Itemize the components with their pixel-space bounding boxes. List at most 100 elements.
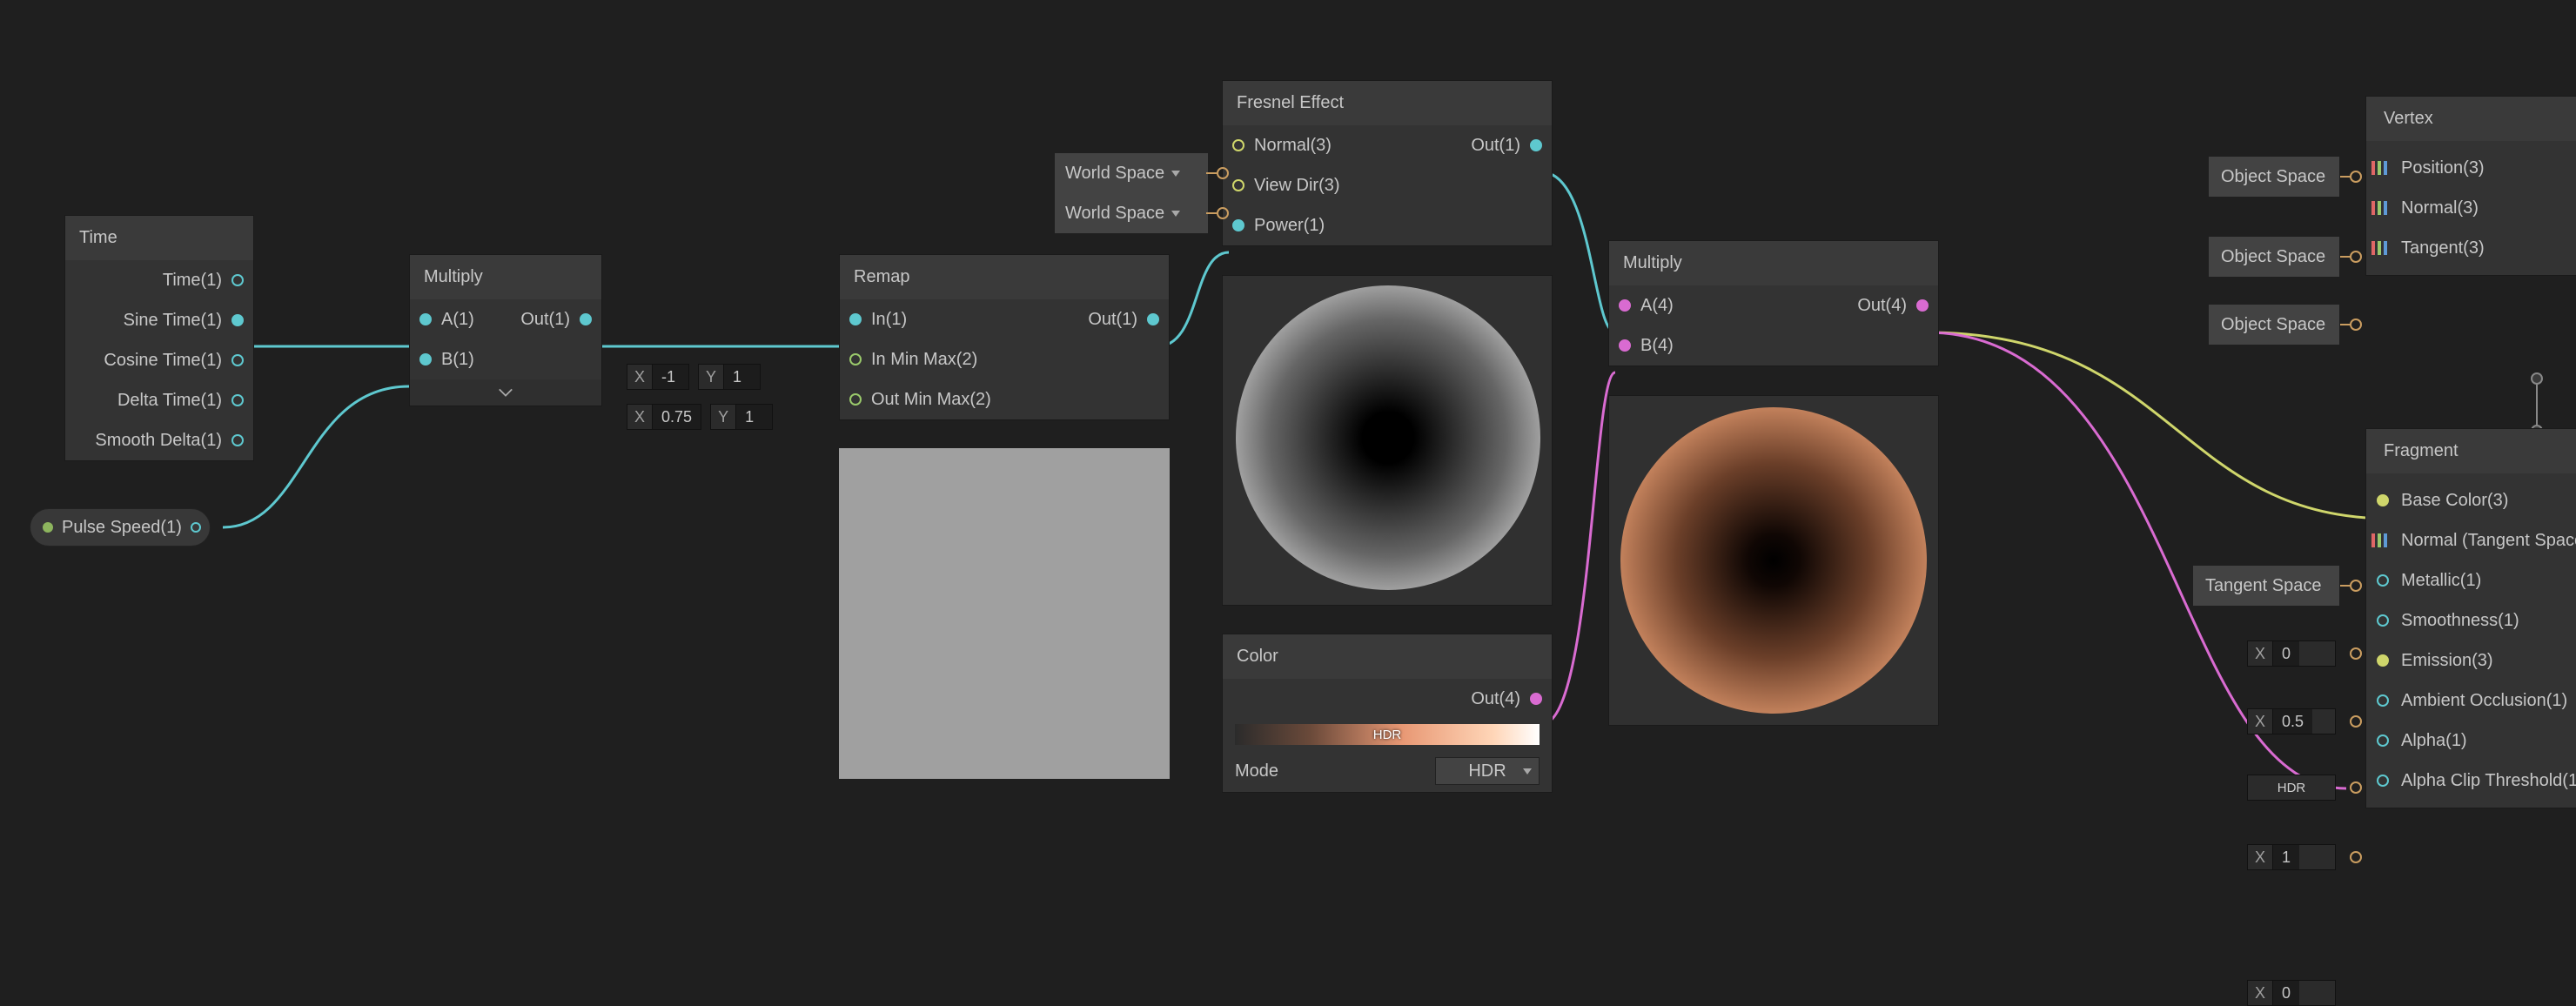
remap-out-port[interactable] — [1147, 313, 1159, 325]
remap-inmm: In Min Max(2) — [871, 350, 977, 370]
vertex-tangent-space[interactable]: Object Space — [2209, 305, 2339, 345]
fresnel-node[interactable]: Fresnel Effect Normal(3) Out(1) View Dir… — [1222, 80, 1553, 246]
vertex-master[interactable]: Vertex Position(3) Normal(3) Tangent(3) — [2365, 96, 2576, 276]
cosine-time-out: Cosine Time(1) — [104, 351, 222, 371]
smooth-delta-out: Smooth Delta(1) — [95, 431, 222, 451]
mul1-b: B(1) — [441, 350, 474, 370]
fresnel-viewdir-space[interactable]: World Space — [1055, 193, 1208, 233]
remap-outmm-x[interactable]: X0.75 — [627, 404, 701, 430]
metallic-value[interactable]: X0 — [2247, 640, 2336, 667]
fresnel-normal: Normal(3) — [1254, 136, 1332, 156]
expand-toggle[interactable] — [410, 379, 601, 406]
remap-outmm-y[interactable]: Y1 — [710, 404, 773, 430]
alpha-port[interactable] — [2377, 734, 2389, 747]
mul1-b-port[interactable] — [419, 353, 432, 366]
fresnel-normal-port[interactable] — [1232, 139, 1244, 151]
mul1-a-port[interactable] — [419, 313, 432, 325]
color-out-port[interactable] — [1530, 693, 1542, 705]
smooth-delta-port[interactable] — [231, 434, 244, 446]
emission-chip-ring[interactable] — [2350, 781, 2362, 794]
sine-time-port[interactable] — [231, 314, 244, 326]
remap-title: Remap — [840, 255, 1169, 299]
mul2-a-port[interactable] — [1619, 299, 1631, 312]
fragment-title: Fragment — [2366, 429, 2576, 473]
ao-port[interactable] — [2377, 694, 2389, 707]
remap-outmm-fields: X0.75 Y1 — [627, 404, 773, 430]
remap-inmm-fields: X-1 Y1 — [627, 364, 761, 390]
multiply2-title: Multiply — [1609, 241, 1938, 285]
remap-preview — [839, 448, 1170, 779]
fresnel-out-port[interactable] — [1530, 139, 1542, 151]
fresnel-title: Fresnel Effect — [1223, 81, 1552, 125]
multiply-node-1[interactable]: Multiply A(1) Out(1) B(1) — [409, 254, 602, 406]
fragment-master[interactable]: Fragment Base Color(3) Normal (Tangent S… — [2365, 428, 2576, 808]
remap-out: Out(1) — [1088, 310, 1137, 330]
frag-normalts: Normal (Tangent Space)(3) — [2401, 531, 2576, 551]
time-node[interactable]: Time Time(1) Sine Time(1) Cosine Time(1)… — [64, 215, 254, 461]
remap-outmm-port[interactable] — [849, 393, 862, 406]
metallic-chip-ring[interactable] — [2350, 647, 2362, 660]
smoothness-chip-ring[interactable] — [2350, 715, 2362, 728]
chevron-down-icon — [1171, 171, 1180, 177]
fragment-normal-space[interactable]: Tangent Space — [2193, 566, 2339, 606]
stack-connector-line — [2536, 385, 2538, 425]
smoothness-port[interactable] — [2377, 614, 2389, 627]
position-port[interactable] — [2371, 161, 2396, 175]
remap-inmm-x[interactable]: X-1 — [627, 364, 689, 390]
color-node[interactable]: Color Out(4) HDR Mode HDR — [1222, 634, 1553, 793]
act-port[interactable] — [2377, 775, 2389, 787]
mul1-out-port[interactable] — [580, 313, 592, 325]
fresnel-power-port[interactable] — [1232, 219, 1244, 231]
mul1-a: A(1) — [441, 310, 474, 330]
pulse-speed-node[interactable]: Pulse Speed(1) — [30, 508, 211, 547]
fresnel-viewdir: View Dir(3) — [1254, 176, 1340, 196]
fresnel-preview — [1236, 285, 1540, 590]
remap-in-port[interactable] — [849, 313, 862, 325]
frag-emission: Emission(3) — [2401, 651, 2493, 671]
mul2-out: Out(4) — [1857, 296, 1907, 316]
normalts-port[interactable] — [2371, 533, 2396, 547]
remap-inmm-port[interactable] — [849, 353, 862, 366]
mul2-out-port[interactable] — [1916, 299, 1929, 312]
emission-hdr-chip[interactable]: HDR — [2247, 775, 2336, 801]
basecolor-port[interactable] — [2377, 494, 2389, 506]
stack-connector-top[interactable] — [2531, 372, 2543, 385]
time-port[interactable] — [231, 274, 244, 286]
remap-node[interactable]: Remap In(1) Out(1) In Min Max(2) Out Min… — [839, 254, 1170, 420]
ao-value[interactable]: X1 — [2247, 844, 2336, 870]
vertex-normal-space[interactable]: Object Space — [2209, 237, 2339, 277]
fresnel-power: Power(1) — [1254, 216, 1325, 236]
remap-outmm: Out Min Max(2) — [871, 390, 991, 410]
color-swatch[interactable]: HDR — [1235, 724, 1540, 745]
delta-time-port[interactable] — [231, 394, 244, 406]
emission-port[interactable] — [2377, 654, 2389, 667]
multiply2-preview — [1620, 407, 1927, 714]
fresnel-out: Out(1) — [1471, 136, 1520, 156]
metallic-port[interactable] — [2377, 574, 2389, 587]
cosine-time-port[interactable] — [231, 354, 244, 366]
fresnel-normal-space[interactable]: World Space — [1055, 153, 1208, 193]
color-mode-dropdown[interactable]: HDR — [1435, 757, 1540, 785]
act-value[interactable]: X0 — [2247, 980, 2336, 1006]
color-out: Out(4) — [1471, 689, 1520, 709]
frag-act: Alpha Clip Threshold(1) — [2401, 771, 2576, 791]
pulse-in-port[interactable] — [43, 522, 53, 533]
ao-chip-ring[interactable] — [2350, 851, 2362, 863]
pulse-out-port[interactable] — [191, 522, 201, 533]
vertex-title: Vertex — [2366, 97, 2576, 141]
frag-smoothness: Smoothness(1) — [2401, 611, 2519, 631]
color-title: Color — [1223, 634, 1552, 679]
vnormal-port[interactable] — [2371, 201, 2396, 215]
vertex-tangent: Tangent(3) — [2401, 238, 2485, 258]
smoothness-value[interactable]: X0.5 — [2247, 708, 2336, 734]
vertex-position-space[interactable]: Object Space — [2209, 157, 2339, 197]
vtangent-port[interactable] — [2371, 241, 2396, 255]
multiply1-title: Multiply — [410, 255, 601, 299]
time-node-title: Time — [65, 216, 253, 260]
multiply-node-2[interactable]: Multiply A(4) Out(4) B(4) — [1608, 240, 1939, 366]
remap-inmm-y[interactable]: Y1 — [698, 364, 761, 390]
frag-alpha: Alpha(1) — [2401, 731, 2467, 751]
frag-basecolor: Base Color(3) — [2401, 491, 2508, 511]
mul2-b-port[interactable] — [1619, 339, 1631, 352]
fresnel-viewdir-port[interactable] — [1232, 179, 1244, 191]
